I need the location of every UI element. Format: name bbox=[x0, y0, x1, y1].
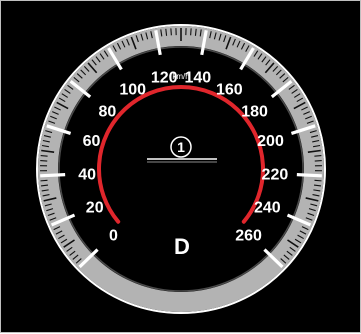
minor-tick bbox=[195, 29, 196, 36]
minor-tick bbox=[191, 28, 192, 35]
minor-tick bbox=[171, 28, 172, 35]
label-220: 220 bbox=[262, 167, 289, 184]
marker-indicator: 1 bbox=[147, 137, 217, 162]
label-100: 100 bbox=[119, 81, 146, 98]
label-240: 240 bbox=[254, 199, 281, 216]
unit-label: km/h bbox=[172, 72, 189, 81]
major-tick bbox=[40, 175, 65, 176]
label-180: 180 bbox=[241, 104, 268, 121]
label-260: 260 bbox=[235, 227, 262, 244]
minor-tick bbox=[166, 29, 167, 36]
speedometer-panel: 0 20 40 60 80 100 120 140 160 180 200 22… bbox=[0, 0, 361, 333]
gear-indicator: D bbox=[174, 234, 190, 259]
minor-tick bbox=[314, 156, 321, 157]
label-40: 40 bbox=[78, 167, 96, 184]
marker-number: 1 bbox=[177, 139, 185, 155]
minor-tick bbox=[41, 156, 48, 157]
label-160: 160 bbox=[216, 81, 243, 98]
label-20: 20 bbox=[86, 199, 104, 216]
label-60: 60 bbox=[83, 133, 101, 150]
minor-tick bbox=[315, 180, 322, 181]
minor-tick bbox=[41, 180, 48, 181]
major-tick bbox=[297, 175, 322, 176]
label-200: 200 bbox=[257, 133, 284, 150]
label-0: 0 bbox=[109, 227, 118, 244]
label-80: 80 bbox=[99, 104, 117, 121]
speedometer: 0 20 40 60 80 100 120 140 160 180 200 22… bbox=[1, 1, 361, 334]
